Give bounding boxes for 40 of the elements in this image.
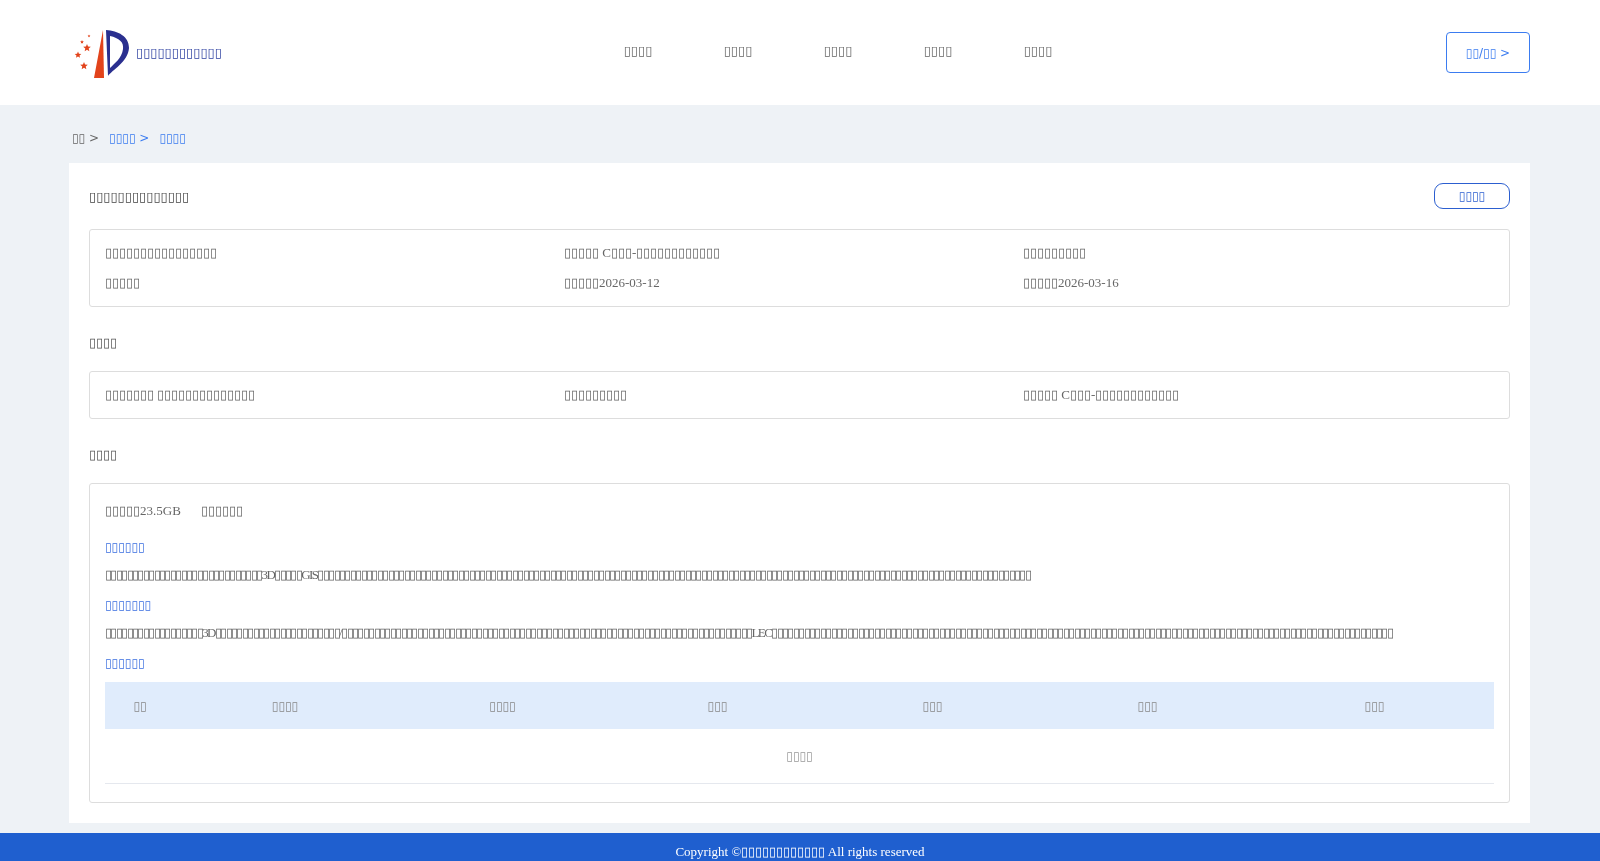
column-header: ▯▯▯▯ (270, 698, 300, 713)
subsection-heading: ▯▯▯▯▯▯ (105, 540, 146, 554)
info-text: ▯▯▯▯▯▯▯▯▯ (1023, 244, 1087, 262)
nav-link[interactable]: ▯▯▯▯ (1012, 43, 1064, 58)
section-title: ▯▯▯▯ (89, 447, 118, 463)
column-header: ▯▯▯▯ (488, 698, 517, 713)
column-header: ▯▯▯ (921, 698, 944, 713)
column-header: ▯▯▯ (1136, 698, 1159, 713)
info-text: ▯▯▯▯▯ C▯▯▯-▯▯▯▯▯▯▯▯▯▯▯▯ (1023, 386, 1181, 404)
meta-text: ▯▯▯▯▯23.5GB (105, 502, 181, 520)
card-title: ▯▯▯▯▯▯▯▯▯▯▯▯▯▯ (89, 188, 190, 204)
copyright-text: Copyright ©▯▯▯▯▯▯▯▯▯▯▯▯ All rights reserved (675, 843, 925, 860)
logo-icon (72, 27, 130, 78)
empty-text: ▯▯▯▯ (786, 749, 813, 763)
nav-link[interactable]: ▯▯▯▯ (612, 43, 664, 58)
site-title: ▯▯▯▯▯▯▯▯▯▯▯▯ (136, 45, 222, 60)
info-text: ▯▯▯▯▯ C▯▯▯-▯▯▯▯▯▯▯▯▯▯▯▯ (564, 244, 722, 262)
info-text: ▯▯▯▯▯▯▯▯▯▯▯▯▯▯▯▯ (105, 244, 218, 262)
meta-text: ▯▯▯▯▯▯ (200, 502, 243, 520)
column-header: ▯▯▯ (1363, 698, 1386, 713)
breadcrumb-item[interactable]: ▯▯▯▯ (159, 131, 186, 145)
action-button[interactable]: ▯▯▯▯ (1434, 183, 1510, 209)
description-text: ▯▯▯▯▯▯▯▯▯▯▯▯▯▯▯▯▯▯▯▯▯▯▯▯▯▯▯▯▯3D▯▯▯▯▯GIS▯▯▯▯▯▯▯▯▯▯▯▯▯▯▯▯▯▯▯▯▯▯▯▯▯▯▯▯▯▯▯▯▯▯▯▯▯▯▯▯▯▯▯▯▯▯▯▯▯▯▯▯▯▯▯▯▯▯▯▯▯▯▯▯▯▯▯▯▯▯▯▯▯▯▯▯▯▯▯▯▯▯▯▯▯▯▯▯▯▯▯▯▯▯▯▯▯▯▯▯▯▯▯▯▯▯▯▯▯▯▯▯▯▯▯▯▯▯▯▯▯▯▯▯▯▯▯▯▯▯▯▯ (105, 566, 1032, 584)
nav-link[interactable]: ▯▯▯▯ (812, 43, 864, 58)
login-button[interactable]: ▯▯/▯▯ > (1446, 32, 1530, 73)
info-text: ▯▯▯▯▯▯▯ ▯▯▯▯▯▯▯▯▯▯▯▯▯▯ (105, 386, 257, 404)
breadcrumb-item[interactable]: ▯▯ > (72, 131, 100, 145)
info-text: ▯▯▯▯▯2026-03-12 (564, 274, 661, 292)
subsection-heading: ▯▯▯▯▯▯ (105, 656, 146, 670)
nav-link[interactable]: ▯▯▯▯ (712, 43, 764, 58)
column-header: ▯▯▯ (706, 698, 729, 713)
breadcrumb-item[interactable]: ▯▯▯▯ > (109, 131, 150, 145)
subsection-heading: ▯▯▯▯▯▯▯ (105, 598, 153, 612)
column-header: ▯▯ (132, 698, 148, 713)
info-text: ▯▯▯▯▯2026-03-16 (1023, 274, 1120, 292)
info-text: ▯▯▯▯▯ (105, 274, 141, 292)
description-text: ▯▯▯▯▯▯▯▯▯▯▯▯▯▯▯▯▯▯3D▯▯▯▯▯▯▯▯▯▯▯▯▯▯▯▯▯▯▯▯▯▯▯/▯▯▯▯▯▯▯▯▯▯▯▯▯▯▯▯▯▯▯▯▯▯▯▯▯▯▯▯▯▯▯▯▯▯▯▯▯▯▯▯▯▯▯▯▯▯▯▯▯▯▯▯▯▯▯▯▯▯▯▯▯▯▯▯▯▯▯▯▯▯▯▯▯▯▯▯LEC▯▯▯▯▯▯▯▯▯▯▯▯▯▯▯▯▯▯▯▯▯▯▯▯▯▯▯▯▯▯▯▯▯▯▯▯▯▯▯▯▯▯▯▯▯▯▯▯▯▯▯▯▯▯▯▯▯▯▯▯▯▯▯▯▯▯▯▯▯▯▯▯▯▯▯▯▯▯▯▯▯▯▯▯▯▯▯▯▯▯▯▯▯▯▯▯▯▯▯▯▯▯▯▯▯▯▯▯▯▯▯▯▯▯▯ (105, 624, 1394, 642)
nav-link[interactable]: ▯▯▯▯ (912, 43, 964, 58)
info-text: ▯▯▯▯▯▯▯▯▯ (564, 386, 628, 404)
section-title: ▯▯▯▯ (89, 335, 118, 351)
